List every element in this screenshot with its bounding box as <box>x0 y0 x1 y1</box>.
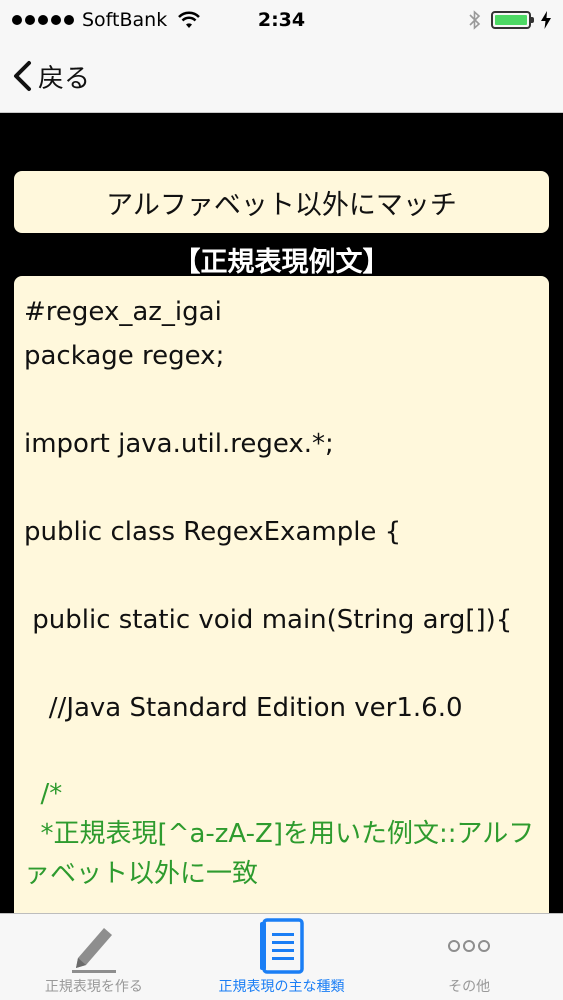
tab-more[interactable]: その他 <box>375 914 563 1000</box>
signal-strength-icon <box>12 15 74 25</box>
code-line: package regex; <box>24 341 225 371</box>
carrier-name: SoftBank <box>82 9 168 31</box>
code-example[interactable]: #regex_az_igai package regex; import jav… <box>14 276 549 913</box>
wifi-icon <box>178 11 201 28</box>
tab-label: 正規表現を作る <box>44 979 143 995</box>
code-line: public class RegexExample { <box>24 517 402 547</box>
status-bar: SoftBank 2:34 <box>0 0 563 40</box>
charging-icon <box>541 11 551 29</box>
tab-label: 正規表現の主な種類 <box>218 979 345 995</box>
chevron-left-icon <box>14 61 31 91</box>
code-line: public static void main(String arg[]){ <box>24 605 513 635</box>
battery-icon <box>491 11 534 29</box>
page-title: アルファベット以外にマッチ <box>14 171 549 233</box>
code-line: //Java Standard Edition ver1.6.0 <box>24 693 463 723</box>
pencil-icon <box>71 928 116 973</box>
document-icon <box>259 918 304 974</box>
code-comment-line: *正規表現[^a-zA-Z]を用いた例文::アルファベット以外に一致 <box>24 819 535 889</box>
back-button[interactable]: 戻る <box>12 58 90 95</box>
tab-regex-types[interactable]: 正規表現の主な種類 <box>188 914 376 1000</box>
tab-label: その他 <box>448 979 491 995</box>
code-line: #regex_az_igai <box>24 297 222 327</box>
code-line: import java.util.regex.*; <box>24 429 334 459</box>
more-icon <box>448 940 491 952</box>
battery-fill <box>495 15 527 25</box>
tab-bar: 正規表現を作る 正規表現の主な種類 その他 <box>0 913 563 1000</box>
navigation-bar: 戻る <box>0 40 563 113</box>
bluetooth-icon <box>469 10 481 30</box>
tab-create-regex[interactable]: 正規表現を作る <box>0 914 188 1000</box>
content-area[interactable]: アルファベット以外にマッチ 【正規表現例文】 #regex_az_igai pa… <box>0 113 563 913</box>
section-heading: 【正規表現例文】 <box>173 247 390 278</box>
back-label: 戻る <box>38 63 91 94</box>
code-comment-line: /* <box>24 779 63 809</box>
